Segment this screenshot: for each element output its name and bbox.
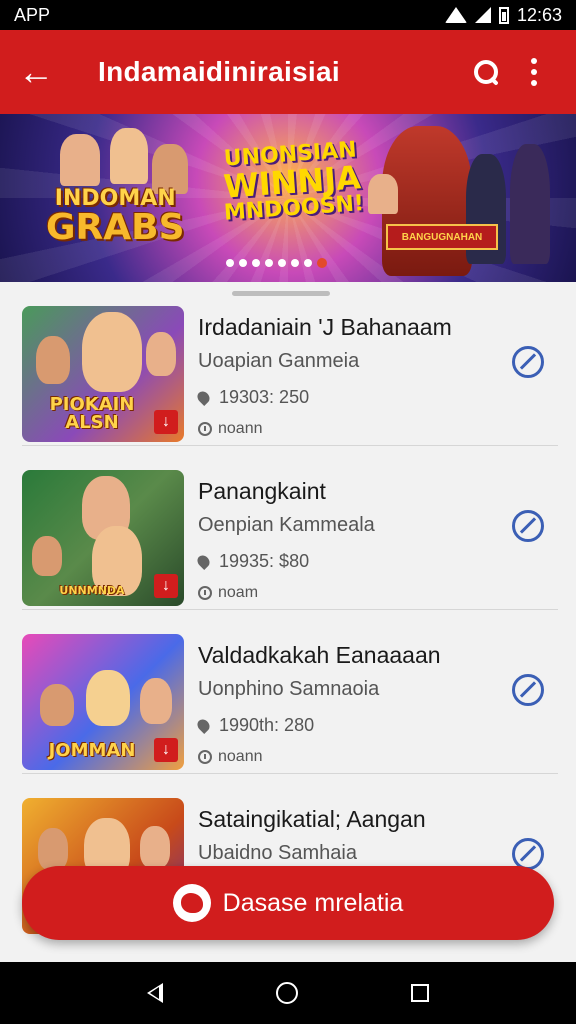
wifi-icon (444, 7, 467, 23)
item-info: Panangkaint Oenpian Kammeala 19935: $80 … (195, 478, 498, 602)
search-button[interactable] (462, 48, 510, 96)
item-subtitle: Uoapian Ganmeia (198, 350, 360, 372)
carousel-dot[interactable] (317, 258, 327, 268)
location-pin-icon (195, 553, 212, 570)
carousel-dot[interactable] (252, 259, 260, 267)
carousel-dot[interactable] (278, 259, 286, 267)
back-arrow-icon[interactable]: ← (18, 54, 66, 90)
item-name: Valdadkakah Eanaaaan (198, 642, 441, 668)
clock-icon (198, 586, 212, 600)
item-name: Sataingikatial; Aangan (198, 806, 426, 832)
clock-icon (198, 750, 212, 764)
search-icon (474, 60, 498, 84)
signal-icon (474, 7, 491, 23)
thumb-character (140, 826, 170, 868)
list-item[interactable]: PIOKAIN ALSN ↓ Irdadaniain 'J Bahanaam U… (0, 282, 576, 446)
thumb-character (32, 536, 62, 576)
status-bar: APP 12:63 (0, 0, 576, 30)
banner-logo-center: UNONSIAN WINNJA MNDOOSN! (220, 137, 365, 225)
brand-logo-icon (172, 884, 211, 922)
block-icon[interactable] (512, 510, 544, 542)
thumb-character (86, 670, 130, 726)
item-thumbnail: JOMMAN ↓ (22, 634, 184, 770)
thumb-character (40, 684, 74, 726)
thumb-character (36, 336, 70, 384)
thumb-label: PIOKAIN ALSN (49, 394, 135, 433)
battery-icon (498, 6, 509, 24)
primary-action-button[interactable]: Dasase mrelatia (22, 866, 554, 940)
item-status-text: noann (218, 748, 263, 765)
thumb-label: JOMMAN (48, 740, 136, 761)
block-icon[interactable] (512, 346, 544, 378)
thumb-label: UNNMNDA (59, 584, 125, 597)
carousel-dot[interactable] (239, 259, 247, 267)
clock-icon (198, 422, 212, 436)
block-icon[interactable] (512, 674, 544, 706)
item-status-text: noann (218, 420, 263, 437)
list-item[interactable]: JOMMAN ↓ Valdadkakah Eanaaaan Uonphino S… (0, 610, 576, 774)
thumb-character (38, 828, 68, 870)
carousel-dot[interactable] (226, 259, 234, 267)
item-meta-text: 19303: 250 (219, 387, 310, 407)
item-status: noann (198, 420, 498, 438)
thumb-character (82, 312, 142, 392)
location-pin-icon (195, 389, 212, 406)
item-subtitle: Oenpian Kammeala (198, 514, 375, 536)
banner-character (60, 134, 100, 186)
item-meta: 19935: $80 (195, 551, 498, 572)
item-status: noam (198, 584, 498, 602)
system-nav-bar (0, 962, 576, 1024)
item-status: noann (198, 748, 498, 766)
thumb-character (140, 678, 172, 724)
item-subtitle: Uonphino Samnaoia (198, 678, 380, 700)
banner-plaque: BANGUGNAHAN (386, 224, 498, 250)
bottom-sheet: PIOKAIN ALSN ↓ Irdadaniain 'J Bahanaam U… (0, 282, 576, 962)
item-meta-text: 1990th: 280 (219, 715, 315, 735)
banner-character (510, 144, 550, 264)
list-item[interactable]: UNNMNDA ↓ Panangkaint Oenpian Kammeala 1… (0, 446, 576, 610)
banner-character (110, 128, 148, 184)
nav-recents-icon[interactable] (411, 984, 430, 1002)
carousel-dots[interactable] (226, 258, 327, 268)
item-status-text: noam (218, 584, 259, 601)
item-subtitle: Ubaidno Samhaia (198, 842, 357, 864)
status-time: 12:63 (516, 4, 562, 25)
nav-home-icon[interactable] (275, 982, 298, 1004)
download-icon[interactable]: ↓ (154, 738, 178, 762)
banner-logo-left-line2: GRABS (46, 207, 185, 248)
nav-back-icon[interactable] (146, 983, 163, 1003)
status-icons: 12:63 (444, 4, 562, 26)
download-icon[interactable]: ↓ (154, 410, 178, 434)
item-thumbnail: PIOKAIN ALSN ↓ (22, 306, 184, 442)
app-bar: ← Indamaidiniraisiai (0, 30, 576, 114)
more-options-button[interactable] (510, 48, 558, 96)
carousel-dot[interactable] (291, 259, 299, 267)
page-title: Indamaidiniraisiai (98, 56, 340, 87)
item-meta: 1990th: 280 (195, 715, 498, 736)
item-thumbnail: UNNMNDA ↓ (22, 470, 184, 606)
carousel-dot[interactable] (265, 259, 273, 267)
item-info: Valdadkakah Eanaaaan Uonphino Samnaoia 1… (195, 642, 498, 766)
item-meta-text: 19935: $80 (219, 551, 310, 571)
item-info: Irdadaniain 'J Bahanaam Uoapian Ganmeia … (195, 314, 498, 438)
item-meta: 19303: 250 (195, 387, 498, 408)
item-info: Sataingikatial; Aangan Ubaidno Samhaia (198, 806, 498, 865)
carousel-dot[interactable] (304, 259, 312, 267)
thumb-character (146, 332, 176, 376)
item-name: Panangkaint (198, 478, 326, 504)
promo-banner[interactable]: INDOMAN GRABS UNONSIAN WINNJA MNDOOSN! B… (0, 114, 576, 282)
download-icon[interactable]: ↓ (154, 574, 178, 598)
primary-action-label: Dasase mrelatia (222, 888, 404, 917)
status-left-text: APP (14, 4, 51, 25)
more-vert-icon (531, 58, 537, 86)
location-pin-icon (195, 717, 212, 734)
banner-character (368, 174, 398, 214)
banner-logo-left: INDOMAN GRABS (46, 188, 185, 246)
item-name: Irdadaniain 'J Bahanaam (198, 314, 452, 340)
